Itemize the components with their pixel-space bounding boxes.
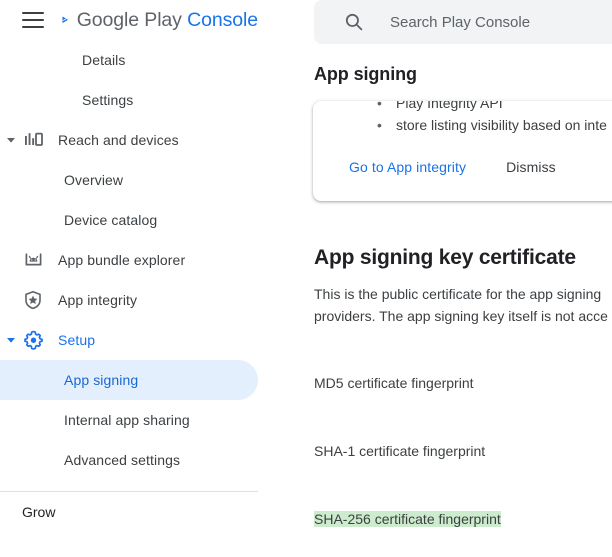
android-bundle-icon: [22, 249, 44, 271]
sidebar-item-app-signing[interactable]: App signing: [0, 360, 258, 400]
search-icon: [345, 13, 363, 31]
sidebar-item-label: Advanced settings: [64, 452, 181, 468]
md5-fingerprint-label: MD5 certificate fingerprint: [314, 375, 474, 391]
go-to-app-integrity-button[interactable]: Go to App integrity: [349, 159, 466, 175]
search-input[interactable]: Search Play Console: [314, 0, 612, 44]
sidebar-item-reach-and-devices[interactable]: Reach and devices: [0, 120, 258, 160]
sidebar-item-label: Details: [82, 52, 126, 68]
search-placeholder: Search Play Console: [390, 13, 531, 31]
sidebar-item-label: App signing: [64, 372, 139, 388]
section-title: App signing key certificate: [314, 246, 576, 269]
bar-chart-device-icon: [22, 129, 44, 151]
sidebar-item-label: Reach and devices: [58, 132, 179, 148]
brand-title-console: Console: [187, 8, 258, 31]
sidebar-item-setup[interactable]: Setup: [0, 320, 258, 360]
sidebar-item-details[interactable]: Details: [0, 40, 258, 80]
brand-row: Google Play Console: [0, 0, 258, 40]
brand-title-google-play: Google Play: [76, 8, 188, 31]
section-description: This is the public certificate for the a…: [314, 283, 608, 327]
sidebar-item-label: App integrity: [58, 292, 138, 308]
sidebar-item-label: Setup: [58, 332, 96, 348]
banner-actions: Go to App integrity Dismiss: [349, 159, 556, 175]
sidebar: Google Play Console Details Settings Rea…: [0, 0, 258, 557]
sidebar-item-internal-app-sharing[interactable]: Internal app sharing: [0, 400, 258, 440]
sidebar-item-device-catalog[interactable]: Device catalog: [0, 200, 258, 240]
sidebar-section-label: Grow: [22, 504, 56, 520]
brand-title: Google Play Console: [77, 9, 258, 32]
sidebar-item-label: Internal app sharing: [64, 412, 190, 428]
list-item: store listing visibility based on inte: [313, 114, 612, 136]
list-item: Play Integrity API: [313, 101, 612, 114]
sidebar-item-app-integrity[interactable]: App integrity: [0, 280, 258, 320]
sidebar-item-app-bundle-explorer[interactable]: App bundle explorer: [0, 240, 258, 280]
banner-bullet-list: Play Integrity API store listing visibil…: [313, 101, 612, 136]
sidebar-item-label: Device catalog: [64, 212, 158, 228]
shield-star-icon: [22, 289, 44, 311]
google-play-console-logo[interactable]: [61, 7, 69, 33]
sidebar-item-advanced-settings[interactable]: Advanced settings: [0, 440, 258, 480]
section-description-line2: providers. The app signing key itself is…: [314, 308, 608, 324]
app-integrity-banner-card: Play Integrity API store listing visibil…: [313, 101, 612, 201]
sidebar-section-grow[interactable]: Grow: [0, 492, 258, 532]
sidebar-item-overview[interactable]: Overview: [0, 160, 258, 200]
hamburger-menu-icon[interactable]: [22, 12, 44, 28]
chevron-down-icon[interactable]: [5, 134, 17, 146]
dismiss-button[interactable]: Dismiss: [506, 159, 556, 175]
sidebar-item-label: Overview: [64, 172, 124, 188]
sidebar-item-settings[interactable]: Settings: [0, 80, 258, 120]
sha1-fingerprint-label: SHA-1 certificate fingerprint: [314, 443, 486, 459]
sidebar-item-label: App bundle explorer: [58, 252, 186, 268]
sidebar-item-label: Settings: [82, 92, 134, 108]
main-content: Search Play Console App signing Play Int…: [258, 0, 612, 557]
sidebar-nav: Details Settings Reach and devices Overv…: [0, 40, 258, 532]
sha256-fingerprint-label: SHA-256 certificate fingerprint: [314, 511, 501, 527]
chevron-down-icon[interactable]: [5, 334, 17, 346]
gear-icon: [22, 329, 44, 351]
page-title: App signing: [314, 64, 417, 84]
section-description-line1: This is the public certificate for the a…: [314, 286, 602, 302]
